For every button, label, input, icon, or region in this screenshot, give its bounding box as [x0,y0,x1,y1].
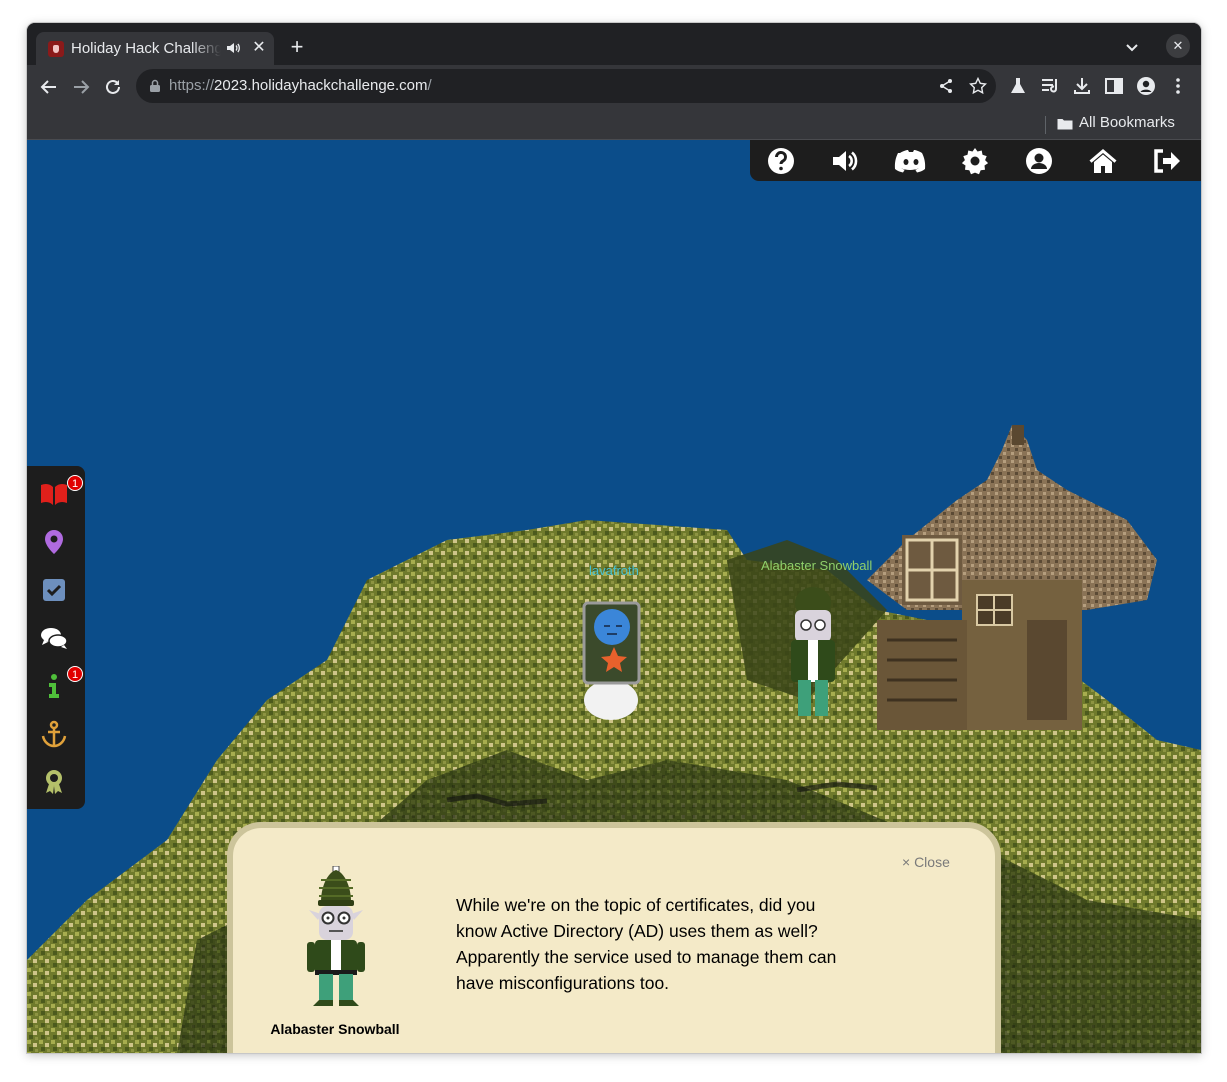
help-icon[interactable] [766,146,796,176]
alabaster-portrait [307,866,365,1006]
discord-icon[interactable] [894,146,928,176]
star-bookmark-icon[interactable] [969,77,987,95]
profile-icon[interactable] [1024,146,1054,176]
dialog-message: While we're on the topic of certificates… [456,895,837,993]
tab-strip: Holiday Hack Challenge 2023 ✕ + ✕ [27,23,1201,65]
dialog-close-button[interactable]: × Close [902,853,950,871]
tab-close-button[interactable]: ✕ [250,39,268,57]
player-avatar [582,601,641,720]
chat-icon[interactable] [40,624,68,652]
forward-arrow-icon[interactable] [67,73,95,101]
checklist-icon[interactable] [40,576,68,604]
book-notification-badge: 1 [67,475,83,491]
npc-dialog: × Close Alabaster Snowball While we're o… [227,822,1001,1053]
game-sidebar: 1 1 [27,466,85,809]
bookmarks-bar: All Bookmarks [27,109,1201,140]
browser-toolbar: https://2023.holidayhackchallenge.com/ [27,65,1201,109]
media-queue-icon[interactable] [1039,75,1061,97]
kebab-menu-icon[interactable] [1167,75,1189,97]
info-notification-badge: 1 [67,666,83,682]
tab-title: Holiday Hack Challenge 2023 [71,40,221,57]
settings-icon[interactable] [960,146,990,176]
bookmarks-separator [1045,116,1046,134]
browser-window: Holiday Hack Challenge 2023 ✕ + ✕ [27,23,1201,1053]
logout-icon[interactable] [1152,146,1182,176]
reload-icon[interactable] [99,73,127,101]
new-tab-button[interactable]: + [285,35,309,59]
tab-holiday-hack[interactable]: Holiday Hack Challenge 2023 ✕ [36,32,274,65]
map-pin-icon[interactable] [40,528,68,556]
profile-avatar-icon[interactable] [1135,75,1157,97]
labs-flask-icon[interactable] [1007,75,1029,97]
dialog-speaker-name: Alabaster Snowball [270,1021,400,1037]
info-icon[interactable] [40,672,68,700]
shield-favicon-icon [48,41,64,57]
url-text[interactable]: https://2023.holidayhackchallenge.com/ [169,76,432,96]
address-bar[interactable]: https://2023.holidayhackchallenge.com/ [136,69,996,103]
badge-award-icon[interactable] [40,768,68,796]
all-bookmarks-link[interactable]: All Bookmarks [1079,113,1175,133]
elf-name-label: Alabaster Snowball [761,558,873,573]
side-panel-icon[interactable] [1103,75,1125,97]
player-name-label: lavafroth [589,563,639,578]
home-icon[interactable] [1088,146,1118,176]
tab-search-chevron-icon[interactable] [1121,36,1143,58]
window-close-button[interactable]: ✕ [1166,34,1190,58]
lock-icon[interactable] [148,79,162,93]
book-icon[interactable] [40,480,68,508]
speaker-icon[interactable] [225,40,241,56]
folder-icon[interactable] [1056,115,1074,133]
volume-icon[interactable] [830,146,860,176]
game-viewport[interactable]: lavafroth Alabaster Snowball 1 1 × Close… [27,140,1201,1053]
share-icon[interactable] [937,77,955,95]
download-icon[interactable] [1071,75,1093,97]
back-arrow-icon[interactable] [35,73,63,101]
game-top-menu [750,140,1201,181]
anchor-icon[interactable] [40,720,68,748]
